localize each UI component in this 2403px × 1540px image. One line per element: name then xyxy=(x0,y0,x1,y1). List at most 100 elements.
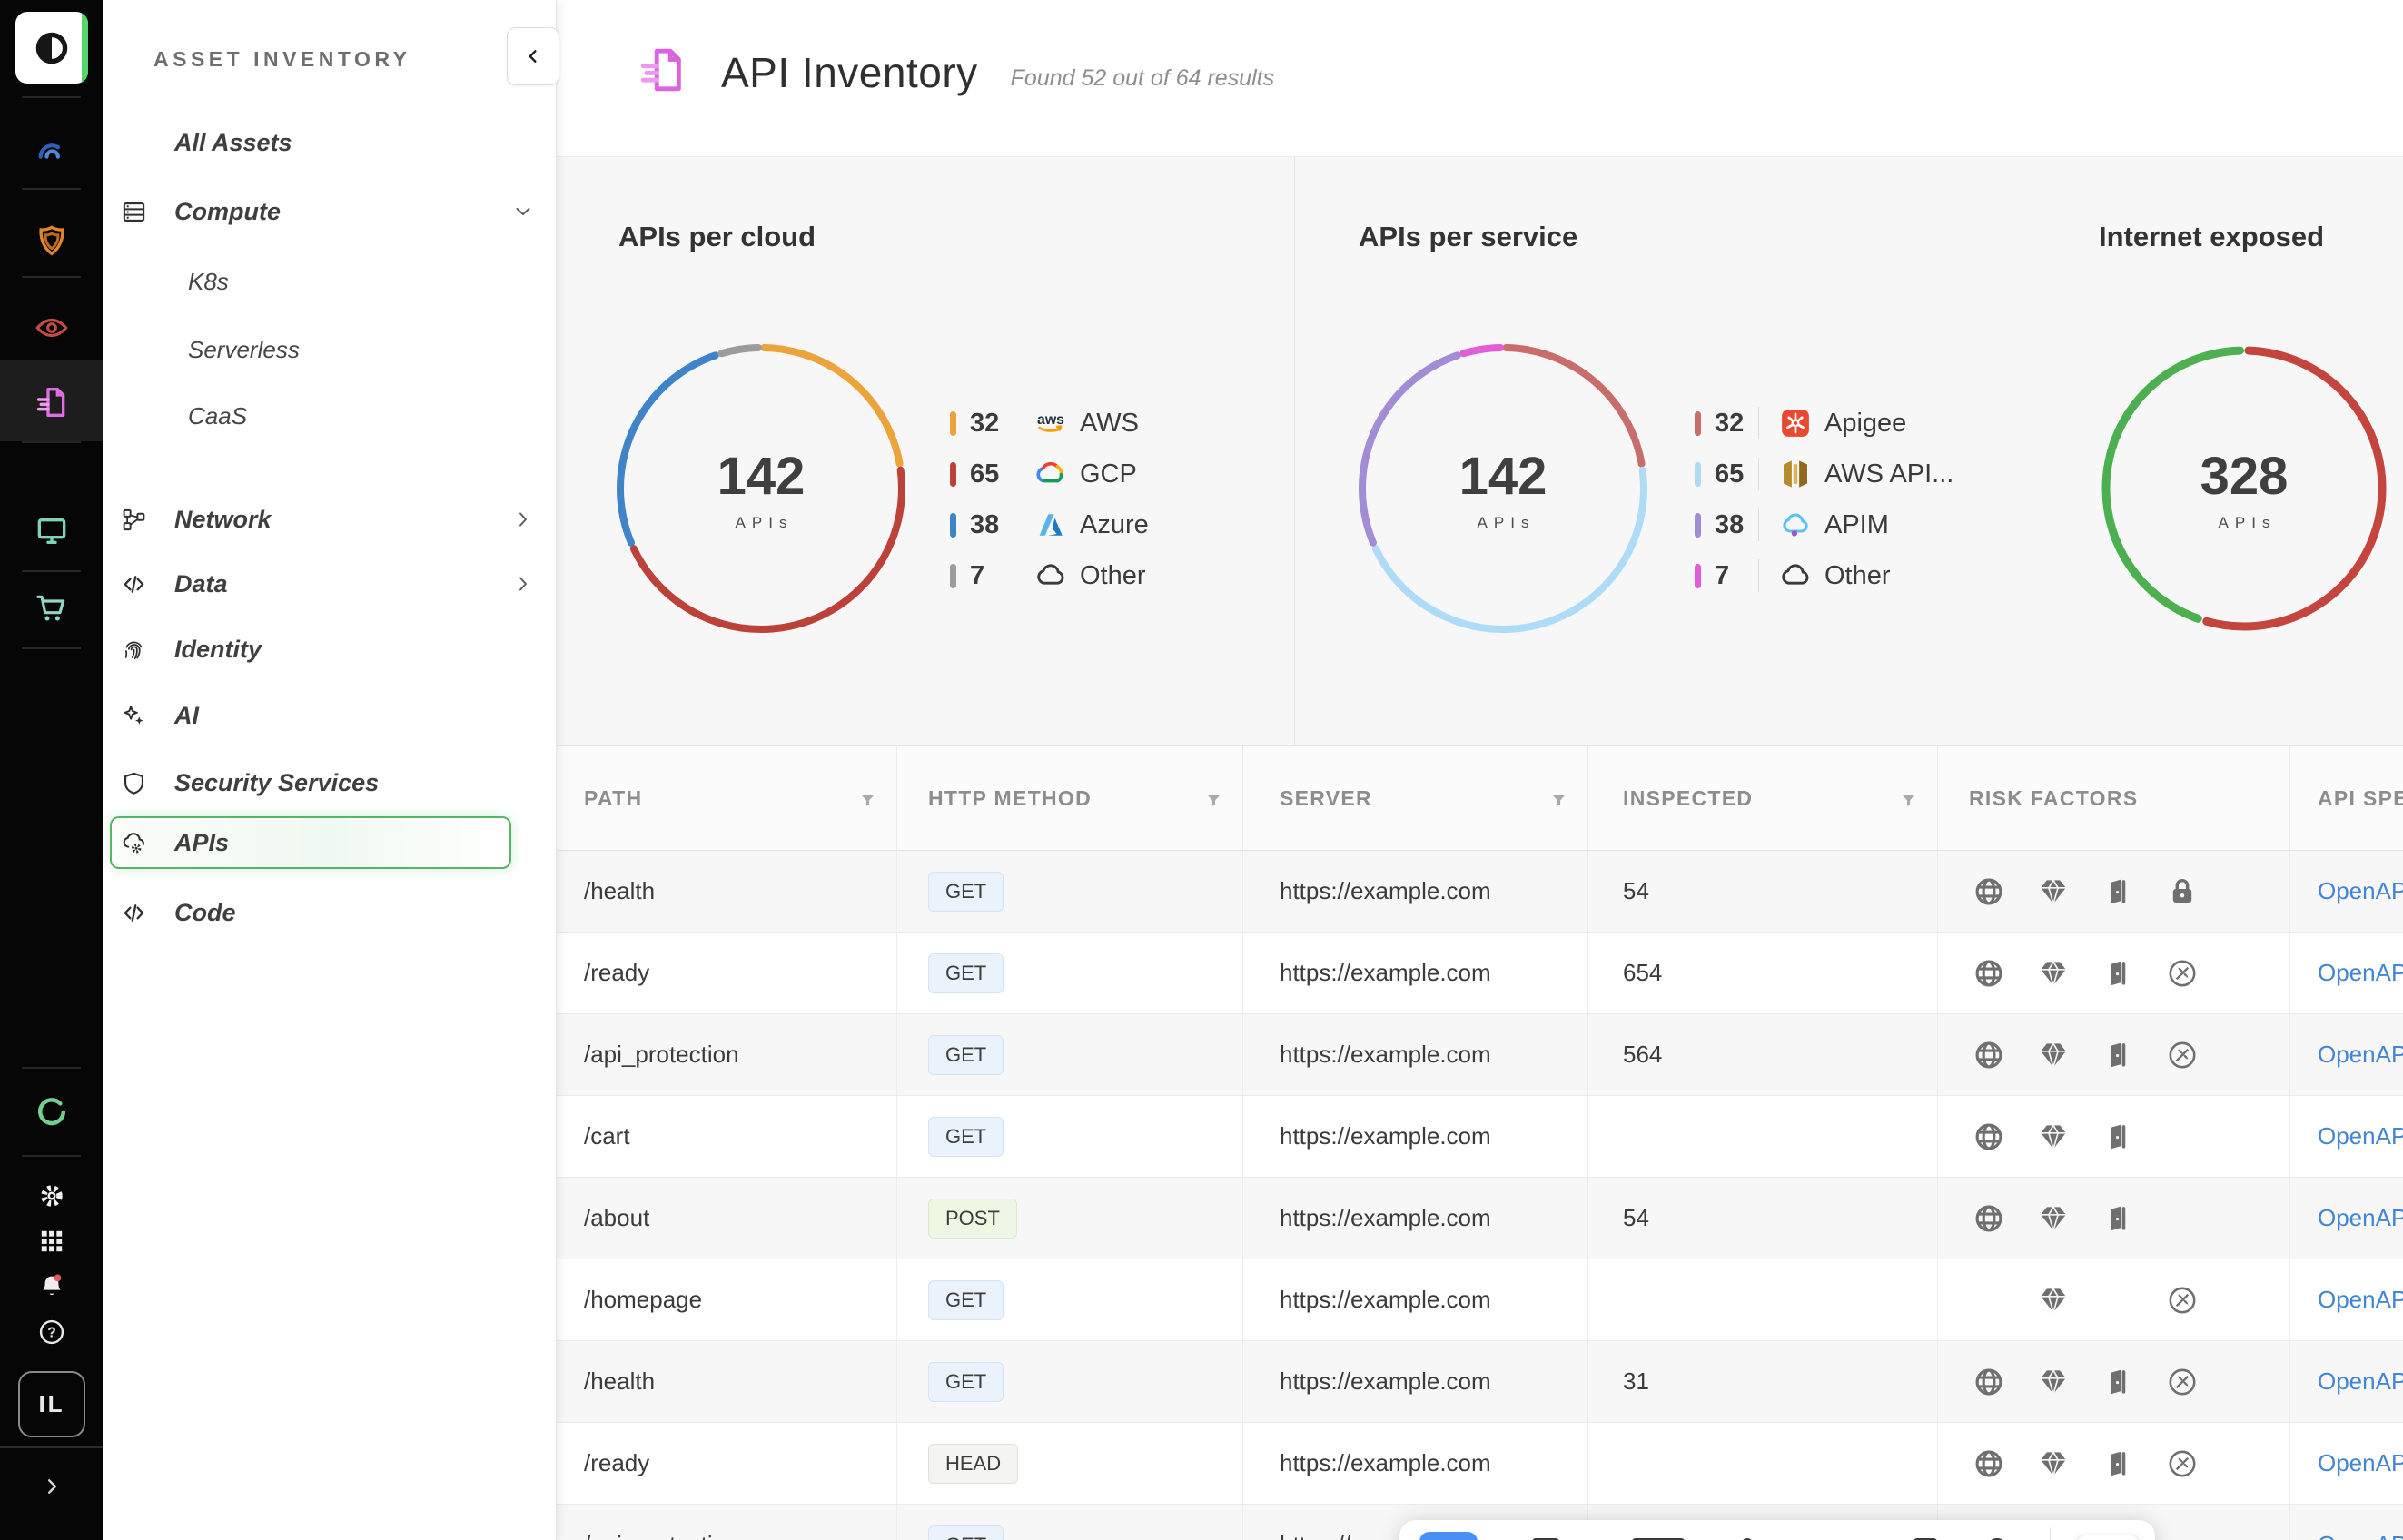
sidebar-item-apis[interactable]: APIs xyxy=(103,814,557,871)
toolbar-secondary-button[interactable] xyxy=(2075,1535,2141,1540)
chevron-left-icon xyxy=(523,46,543,66)
legend-divider xyxy=(1758,407,1759,439)
legend-row[interactable]: 7 Other xyxy=(950,550,1149,601)
table-row[interactable]: /health GET https://example.com 31 OpenA… xyxy=(557,1341,2403,1423)
column-header-label: HTTP METHOD xyxy=(928,786,1092,811)
openapi-link[interactable]: OpenAPI xyxy=(2318,1041,2403,1069)
legend-count: 7 xyxy=(1715,561,1756,591)
chart-title: APIs per cloud xyxy=(618,221,816,253)
rail-item-settings[interactable] xyxy=(0,1173,103,1219)
legend-row[interactable]: 7 Other xyxy=(1695,550,1953,601)
rail-item-marketplace[interactable] xyxy=(0,577,103,640)
legend-row[interactable]: 38 APIM xyxy=(1695,499,1953,550)
sidebar-item-data[interactable]: Data xyxy=(103,556,557,612)
cell-risk-factors xyxy=(1938,851,2290,932)
legend-row[interactable]: 65 GCP xyxy=(950,449,1149,499)
sidebar-item-identity[interactable]: Identity xyxy=(103,621,557,677)
diamond-risk-icon xyxy=(2035,1037,2072,1073)
cell-server: https://example.com xyxy=(1243,933,1588,1013)
results-count: Found 52 out of 64 results xyxy=(1011,65,1274,92)
cell-method: GET xyxy=(897,1096,1243,1177)
column-header-inspected[interactable]: INSPECTED xyxy=(1588,746,1938,850)
product-logo[interactable] xyxy=(15,12,88,84)
door-risk-icon xyxy=(2100,1364,2136,1400)
sidebar-item-code[interactable]: Code xyxy=(103,884,557,941)
cell-api-spec: OpenAPI xyxy=(2290,1014,2403,1095)
app-icon-rail: ? IL xyxy=(0,0,103,1540)
gcp-icon xyxy=(1033,457,1068,491)
rail-item-posture[interactable] xyxy=(0,118,103,182)
table-row[interactable]: /homepage GET https://example.com OpenAP… xyxy=(557,1259,2403,1341)
column-header-http-method[interactable]: HTTP METHOD xyxy=(897,746,1243,850)
arc-gauge-icon xyxy=(34,132,70,168)
cell-inspected: 654 xyxy=(1588,933,1938,1013)
filter-funnel-icon[interactable] xyxy=(1205,790,1222,807)
rail-item-notifications[interactable] xyxy=(0,1266,103,1308)
table-header-row: PATH HTTP METHOD SERVER INSPECTED RISK FACTO… xyxy=(557,746,2403,851)
chevron-right-icon[interactable] xyxy=(511,508,535,531)
rail-item-apps[interactable] xyxy=(0,1220,103,1262)
table-row[interactable]: /cart GET https://example.com OpenAPI xyxy=(557,1096,2403,1178)
rail-item-detection[interactable] xyxy=(0,296,103,360)
column-header-risk-factors[interactable]: RISK FACTORS xyxy=(1938,746,2290,850)
toolbar-primary-button[interactable] xyxy=(1419,1532,1478,1540)
sidebar-item-security-services[interactable]: Security Services xyxy=(103,755,557,811)
column-header-path[interactable]: PATH xyxy=(557,746,897,850)
sidebar-item-compute[interactable]: Compute xyxy=(103,183,557,240)
filter-funnel-icon[interactable] xyxy=(1900,790,1917,807)
sidebar-item-caas[interactable]: CaaS xyxy=(103,388,557,444)
openapi-link[interactable]: OpenAPI xyxy=(2318,1204,2403,1232)
avatar[interactable]: IL xyxy=(18,1371,85,1437)
rail-item-protection[interactable] xyxy=(0,209,103,272)
cell-path: /about xyxy=(557,1178,897,1259)
sidebar-item-label: All Assets xyxy=(174,129,292,157)
chevron-right-icon[interactable] xyxy=(511,572,535,596)
column-header-server[interactable]: SERVER xyxy=(1243,746,1588,850)
openapi-link[interactable]: OpenAPI xyxy=(2318,959,2403,987)
table-row[interactable]: /ready GET https://example.com 654 OpenA… xyxy=(557,933,2403,1014)
donut-chart: 142 APIs xyxy=(607,334,915,643)
legend-row[interactable]: 32 aws AWS xyxy=(950,398,1149,449)
gear-icon xyxy=(36,1180,67,1211)
chevron-down-icon[interactable] xyxy=(511,200,535,223)
charts-strip: APIs per cloud 142 APIs 32 aws AWS 65 xyxy=(557,156,2403,746)
sidebar-collapse-button[interactable] xyxy=(507,27,559,85)
legend-row[interactable]: 38 Azure xyxy=(950,499,1149,550)
cell-server: https://example.com xyxy=(1243,1259,1588,1340)
legend-row[interactable]: 32 Apigee xyxy=(1695,398,1953,449)
avatar-initials: IL xyxy=(38,1390,64,1418)
table-row[interactable]: /ready HEAD https://example.com OpenAPI xyxy=(557,1423,2403,1505)
legend-count: 7 xyxy=(970,561,1012,591)
column-header-api-spec[interactable]: API SPEC xyxy=(2290,746,2403,850)
filter-funnel-icon[interactable] xyxy=(859,790,876,807)
column-header-label: INSPECTED xyxy=(1623,786,1753,811)
sidebar-item-network[interactable]: Network xyxy=(103,491,557,548)
cell-path: /api_protection xyxy=(557,1505,897,1540)
empty-risk-slot xyxy=(1971,1282,2007,1318)
legend-color-bar xyxy=(1695,462,1701,487)
openapi-link[interactable]: OpenAPI xyxy=(2318,1286,2403,1314)
cell-risk-factors xyxy=(1938,1178,2290,1259)
rail-item-help[interactable]: ? xyxy=(0,1311,103,1353)
table-row[interactable]: /api_protection GET https://example.com … xyxy=(557,1014,2403,1096)
legend-label: Apigee xyxy=(1824,409,1906,439)
openapi-link[interactable]: OpenAPI xyxy=(2318,1531,2403,1540)
rail-item-api-security[interactable] xyxy=(0,370,103,434)
openapi-link[interactable]: OpenAPI xyxy=(2318,877,2403,905)
sidebar-item-k8s[interactable]: K8s xyxy=(103,253,557,310)
openapi-link[interactable]: OpenAPI xyxy=(2318,1367,2403,1396)
sidebar-item-ai[interactable]: AI xyxy=(103,687,557,744)
openapi-link[interactable]: OpenAPI xyxy=(2318,1122,2403,1150)
sidebar-item-all-assets[interactable]: All Assets xyxy=(103,114,557,171)
table-row[interactable]: /about POST https://example.com 54 OpenA… xyxy=(557,1178,2403,1259)
filter-funnel-icon[interactable] xyxy=(1550,790,1567,807)
rail-item-workstations[interactable] xyxy=(0,499,103,563)
table-row[interactable]: /health GET https://example.com 54 OpenA… xyxy=(557,851,2403,933)
openapi-link[interactable]: OpenAPI xyxy=(2318,1449,2403,1477)
rail-expand-button[interactable] xyxy=(0,1464,103,1509)
sidebar-item-label: Network xyxy=(174,506,272,534)
rail-item-platform[interactable] xyxy=(0,1081,103,1144)
sidebar-item-serverless[interactable]: Serverless xyxy=(103,321,557,378)
http-method-badge: GET xyxy=(928,1035,1004,1075)
legend-row[interactable]: 65 AWS API... xyxy=(1695,449,1953,499)
